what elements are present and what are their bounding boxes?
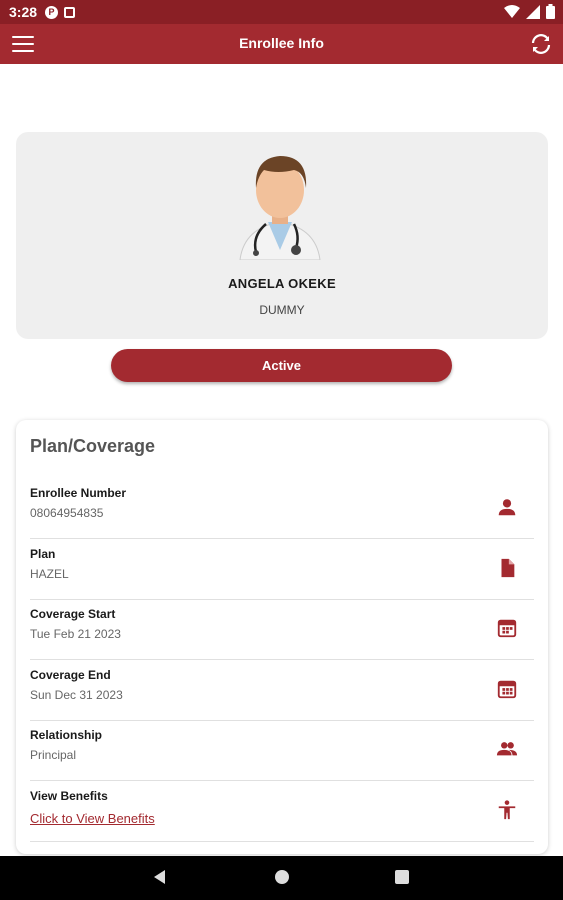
calendar-icon — [497, 680, 517, 699]
notification-badge-icon: P — [45, 5, 59, 19]
row-label: Coverage Start — [30, 607, 116, 621]
status-label: Active — [261, 358, 302, 373]
status-badge[interactable]: Active — [111, 349, 452, 382]
list-item-coverage-end: Coverage End Sun Dec 31 2023 — [30, 660, 534, 721]
notification-icon — [64, 6, 76, 18]
page-title: Enrollee Info — [239, 35, 324, 51]
coverage-title: Plan/Coverage — [30, 436, 156, 456]
enrollee-subtitle: DUMMY — [259, 303, 305, 317]
app-bar: Enrollee Info — [0, 24, 563, 64]
system-navigation-bar — [0, 856, 563, 900]
row-label: Enrollee Number — [30, 486, 127, 500]
list-item-view-benefits: View Benefits Click to View Benefits — [30, 781, 534, 842]
calendar-icon — [497, 619, 517, 638]
view-benefits-link[interactable]: Click to View Benefits — [30, 811, 155, 826]
system-status-bar: 3:28 P — [0, 0, 563, 24]
status-icons — [504, 4, 555, 19]
row-value: Sun Dec 31 2023 — [30, 688, 123, 702]
enrollee-name: ANGELA OKEKE — [228, 276, 336, 291]
battery-icon — [546, 4, 555, 19]
wifi-icon — [504, 4, 520, 18]
people-icon — [496, 742, 518, 756]
status-time: 3:28 — [9, 4, 38, 20]
list-item-enrollee-number: Enrollee Number 08064954835 — [30, 478, 534, 539]
list-item-plan: Plan HAZEL — [30, 539, 534, 600]
list-item-coverage-start: Coverage Start Tue Feb 21 2023 — [30, 599, 534, 660]
person-icon — [498, 499, 516, 516]
coverage-card: Plan/Coverage Enrollee Number 0806495483… — [16, 420, 548, 854]
back-icon[interactable] — [154, 870, 165, 884]
row-value: HAZEL — [30, 567, 69, 581]
row-label: Plan — [30, 547, 56, 561]
document-icon — [501, 558, 515, 578]
profile-card: ANGELA OKEKE DUMMY — [16, 132, 548, 339]
row-label: Relationship — [30, 728, 103, 742]
row-label: View Benefits — [30, 789, 108, 803]
home-icon[interactable] — [275, 870, 289, 884]
row-value: Principal — [30, 748, 77, 762]
doctor-avatar — [239, 156, 321, 260]
list-item-relationship: Relationship Principal — [30, 720, 534, 781]
accessibility-icon — [498, 800, 516, 820]
signal-icon — [526, 4, 540, 19]
refresh-icon[interactable] — [529, 32, 553, 56]
row-value: 08064954835 — [30, 506, 104, 520]
recent-apps-icon[interactable] — [395, 870, 409, 884]
row-value: Tue Feb 21 2023 — [30, 627, 121, 641]
row-label: Coverage End — [30, 668, 111, 682]
notification-badge-text: P — [48, 7, 55, 17]
